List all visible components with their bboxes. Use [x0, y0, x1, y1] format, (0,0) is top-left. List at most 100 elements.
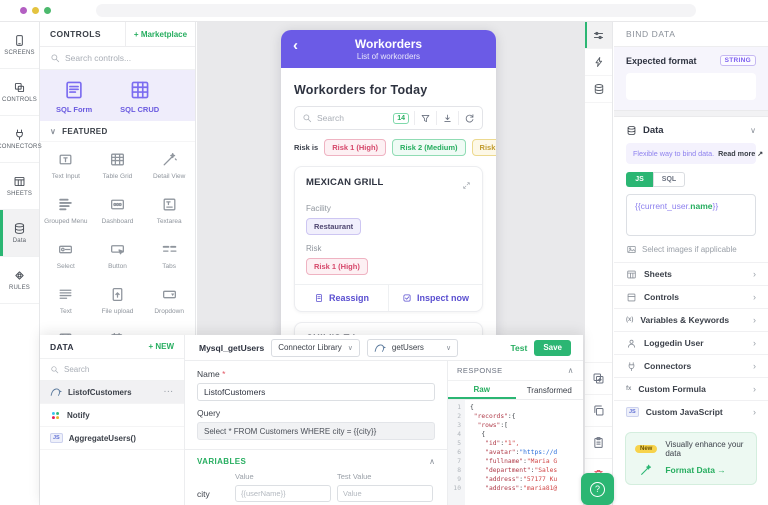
accordion-label: Variables & Keywords	[640, 315, 746, 325]
chevron-down-icon: ∨	[750, 126, 756, 135]
control-button[interactable]: Button	[92, 232, 144, 277]
risk-filter-row: Risk is Risk 1 (High) Risk 2 (Medium) Ri…	[294, 139, 483, 156]
name-input[interactable]	[197, 383, 435, 401]
back-icon[interactable]: ‹	[293, 38, 298, 53]
chevron-right-icon: ›	[753, 338, 756, 348]
refresh-icon[interactable]	[464, 113, 475, 124]
control-text[interactable]: Text	[40, 277, 92, 322]
control-sql-form[interactable]: SQL Form	[56, 79, 92, 114]
rail-item-sheets[interactable]: SHEETS	[0, 163, 39, 210]
marketplace-button[interactable]: + Marketplace	[125, 22, 195, 46]
accordion-connectors[interactable]: Connectors ›	[614, 354, 768, 377]
accordion-variables-keywords[interactable]: (x) Variables & Keywords ›	[614, 308, 768, 331]
table-icon	[13, 175, 26, 188]
controls-search-input[interactable]	[65, 53, 185, 63]
new-query-button[interactable]: + NEW	[148, 342, 174, 351]
variable-value-input[interactable]	[235, 485, 331, 502]
variable-test-input[interactable]	[337, 485, 433, 502]
more-options-icon[interactable]: ···	[164, 389, 174, 396]
sql-toggle[interactable]: SQL	[653, 172, 685, 187]
tab-transformed[interactable]: Transformed	[516, 381, 584, 399]
reassign-button[interactable]: Reassign	[295, 285, 388, 311]
inspect-now-button[interactable]: Inspect now	[388, 285, 482, 311]
code-line: 2 "records":{	[448, 412, 583, 421]
text-icon	[57, 286, 74, 303]
expand-icon[interactable]	[462, 177, 471, 195]
risk-chip-high[interactable]: Risk 1 (High)	[324, 139, 386, 156]
rail-item-data[interactable]: Data	[0, 210, 39, 257]
browser-address-bar[interactable]	[96, 4, 696, 17]
rail-item-controls[interactable]: CONTROLS	[0, 69, 39, 116]
control-tabs[interactable]: Tabs	[143, 232, 195, 277]
accordion-custom-formula[interactable]: fx Custom Formula ›	[614, 377, 768, 400]
response-panel: RESPONSE ∧ Raw Transformed 1{ 2 "records…	[447, 361, 583, 505]
query-value[interactable]: Select * FROM Customers WHERE city = {{c…	[197, 422, 435, 440]
expected-format-label: Expected format	[626, 56, 697, 66]
filter-funnel-icon[interactable]	[420, 113, 431, 124]
rail-item-rules[interactable]: RULES	[0, 257, 39, 304]
control-text-input[interactable]: Text Input	[40, 142, 92, 187]
js-toggle[interactable]: JS	[626, 172, 653, 187]
actions-tab[interactable]	[585, 49, 612, 76]
tab-raw[interactable]: Raw	[448, 381, 516, 399]
sliders-icon	[592, 29, 605, 42]
collapse-icon[interactable]: ∧	[429, 457, 435, 466]
risk-filter-label: Risk is	[294, 143, 318, 152]
accordion-custom-javascript[interactable]: JS Custom JavaScript ›	[614, 400, 768, 423]
controls-panel-header: CONTROLS + Marketplace	[40, 22, 195, 47]
accordion-sheets[interactable]: Sheets ›	[614, 262, 768, 285]
query-item-listofcustomers[interactable]: ListofCustomers ···	[40, 381, 184, 404]
risk-chip-low[interactable]: Risk 3 (	[472, 139, 496, 156]
collapse-icon[interactable]: ∧	[568, 366, 574, 375]
table-grid-icon	[109, 151, 126, 168]
preview-search-input[interactable]	[317, 113, 388, 123]
window-close-button[interactable]	[20, 7, 27, 14]
data-tab[interactable]	[585, 76, 612, 103]
control-grouped-menu[interactable]: Grouped Menu	[40, 187, 92, 232]
control-select[interactable]: Select	[40, 232, 92, 277]
data-section-header[interactable]: Data ∨	[614, 117, 768, 143]
control-label: File upload	[102, 308, 134, 315]
query-item-notify[interactable]: Notify	[40, 404, 184, 427]
duplicate-add-button[interactable]	[585, 362, 612, 394]
control-table-grid[interactable]: Table Grid	[92, 142, 144, 187]
format-data-link[interactable]: Format Data →	[665, 465, 747, 475]
query-title: Mysql_getUsers	[199, 343, 264, 353]
control-sql-crud[interactable]: SQL CRUD	[120, 79, 159, 114]
rail-item-connectors[interactable]: CONNECTORS	[0, 116, 39, 163]
featured-section-header[interactable]: ∨ FEATURED	[40, 121, 195, 142]
control-textarea[interactable]: Textarea	[143, 187, 195, 232]
controls-search	[40, 47, 195, 70]
control-label: Textarea	[157, 218, 182, 225]
binding-expression-editor[interactable]: {{current_user.name}}	[626, 194, 756, 236]
rail-item-screens[interactable]: SCREENS	[0, 22, 39, 69]
help-button[interactable]: ?	[581, 473, 614, 505]
control-file-upload[interactable]: File upload	[92, 277, 144, 322]
select-images-option[interactable]: Select images if applicable	[626, 244, 756, 255]
download-icon[interactable]	[442, 113, 453, 124]
accordion-loggedin-user[interactable]: Loggedin User ›	[614, 331, 768, 354]
plug-icon	[626, 361, 637, 372]
save-button[interactable]: Save	[534, 340, 571, 356]
window-minimize-button[interactable]	[32, 7, 39, 14]
variable-row: city	[197, 485, 435, 502]
variables-title: VARIABLES	[197, 457, 246, 466]
query-select[interactable]: getUsers ∨	[367, 339, 458, 357]
window-maximize-button[interactable]	[44, 7, 51, 14]
control-detail-view[interactable]: Detail View	[143, 142, 195, 187]
data-search-input[interactable]	[64, 365, 174, 374]
read-more-link[interactable]: Read more ↗	[718, 149, 763, 158]
control-label: Button	[108, 263, 127, 270]
test-button[interactable]: Test	[510, 343, 527, 353]
properties-tab[interactable]	[585, 22, 612, 49]
control-dashboard[interactable]: Dashboard	[92, 187, 144, 232]
accordion-controls[interactable]: Controls ›	[614, 285, 768, 308]
control-dropdown[interactable]: Dropdown	[143, 277, 195, 322]
preview-header: ‹ Workorders List of workorders	[281, 30, 496, 68]
query-item-aggregateusers[interactable]: JS AggregateUsers()	[40, 427, 184, 450]
divider	[458, 111, 459, 125]
risk-chip-medium[interactable]: Risk 2 (Medium)	[392, 139, 466, 156]
connector-select[interactable]: Connector Library ∨	[271, 339, 360, 357]
paste-button[interactable]	[585, 426, 612, 458]
copy-button[interactable]	[585, 394, 612, 426]
